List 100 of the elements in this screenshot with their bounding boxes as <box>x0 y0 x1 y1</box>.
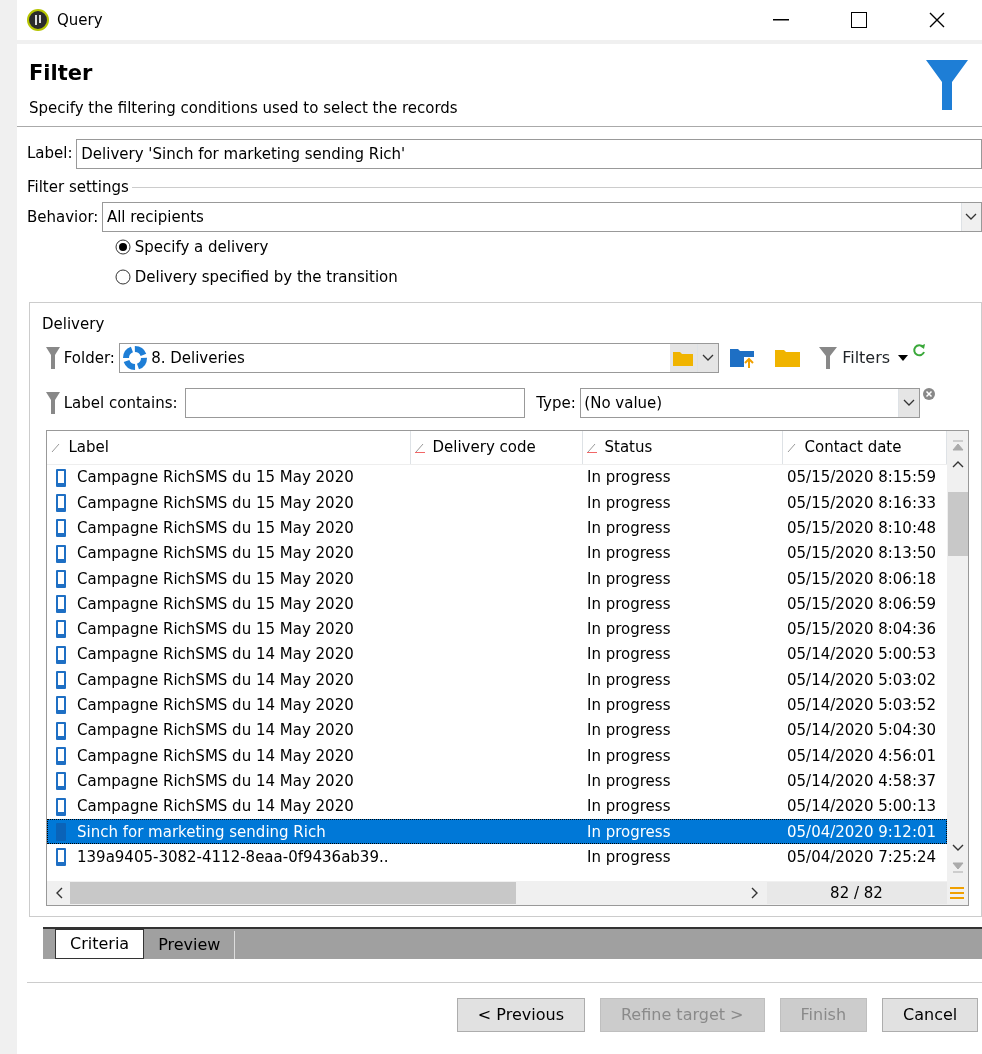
table-row[interactable]: Campagne RichSMS du 15 May 2020 In progress 05/15/2020 8:16:33 <box>47 490 947 516</box>
table-cell-text: Campagne RichSMS du 15 May 2020 <box>77 568 354 590</box>
chevron-icon <box>965 213 978 222</box>
label-field[interactable]: Delivery 'Sinch for marketing sending Rich' <box>76 138 982 169</box>
refresh-icon[interactable] <box>912 343 927 357</box>
table-row[interactable]: Campagne RichSMS du 15 May 2020 In progress 05/15/2020 8:06:18 <box>47 566 947 592</box>
scroll-right-icon[interactable] <box>751 887 759 899</box>
scroll-up-icon[interactable] <box>951 460 964 468</box>
table-row[interactable]: 139a9405-3082-4112-8eaa-0f9436ab39.. In progress 05/04/2020 7:25:24 <box>47 844 947 870</box>
table-row[interactable]: Campagne RichSMS du 15 May 2020 In progress 05/15/2020 8:13:50 <box>47 540 947 567</box>
close-icon[interactable] <box>929 12 945 28</box>
column-header[interactable]: Label <box>68 436 109 459</box>
table-row[interactable]: Campagne RichSMS du 15 May 2020 In progress 05/15/2020 8:15:59 <box>47 465 947 491</box>
table-cell-text: Campagne RichSMS du 15 May 2020 <box>77 518 354 539</box>
table-row[interactable]: Campagne RichSMS du 14 May 2020 In progress 05/14/2020 5:04:30 <box>47 717 947 744</box>
phone-icon <box>55 518 67 539</box>
scroll-left-icon[interactable] <box>54 887 63 899</box>
table-row[interactable]: Campagne RichSMS du 15 May 2020 In progress 05/15/2020 8:10:48 <box>47 515 947 541</box>
field-label: Folder: <box>63 347 115 369</box>
scrollbar-thumb[interactable] <box>70 882 516 904</box>
minimize-icon[interactable] <box>773 19 789 21</box>
tab[interactable]: Preview <box>144 931 236 959</box>
phone-icon <box>55 644 67 665</box>
table-row[interactable]: Campagne RichSMS du 14 May 2020 In progress 05/14/2020 4:58:37 <box>47 768 947 794</box>
folder-field[interactable]: 8. Deliveries <box>118 343 719 373</box>
phone-icon <box>55 619 67 640</box>
phone-icon <box>55 670 67 690</box>
table-cell: 05/15/2020 8:06:59 <box>787 594 937 613</box>
maximize-icon[interactable] <box>851 12 867 28</box>
table-row[interactable]: Campagne RichSMS du 15 May 2020 In progress 05/15/2020 8:04:36 <box>47 616 947 643</box>
label-contains-field[interactable] <box>185 388 526 418</box>
phone-icon <box>55 796 67 817</box>
radio-label: Delivery specified by the transition <box>134 267 398 288</box>
tab[interactable]: Criteria <box>55 929 145 959</box>
table-cell-text: Campagne RichSMS du 14 May 2020 <box>77 669 354 691</box>
scrollbar-thumb[interactable] <box>947 492 968 556</box>
phone-icon <box>55 492 67 513</box>
phone-icon <box>55 695 67 716</box>
table-cell: 05/15/2020 8:10:48 <box>787 519 937 537</box>
table-cell: In progress <box>587 721 671 740</box>
table-cell: In progress <box>587 847 671 866</box>
phone-icon <box>55 543 67 564</box>
behavior-dropdown[interactable]: All recipients <box>102 202 982 233</box>
table-cell: 05/04/2020 9:12:01 <box>787 822 937 841</box>
table-row[interactable]: Campagne RichSMS du 15 May 2020 In progress 05/15/2020 8:06:59 <box>47 591 947 617</box>
table-cell-text: Sinch for marketing sending Rich <box>77 821 326 843</box>
table-cell: 05/15/2020 8:06:18 <box>787 569 937 588</box>
column-header[interactable]: Delivery code <box>432 436 536 459</box>
table-row[interactable]: Campagne RichSMS du 14 May 2020 In progress 05/14/2020 5:03:52 <box>47 692 947 718</box>
column-header[interactable]: Contact date <box>804 436 902 459</box>
table-cell-text: Campagne RichSMS du 14 May 2020 <box>77 745 354 767</box>
table-cell-text: Campagne RichSMS du 14 May 2020 <box>77 644 354 666</box>
sort-icon <box>51 442 61 453</box>
table-row[interactable]: Sinch for marketing sending Rich In progress 05/04/2020 9:12:01 <box>47 819 947 845</box>
table-cell: In progress <box>587 696 671 715</box>
field-label: Behavior: <box>27 207 99 228</box>
radio-button[interactable] <box>115 239 131 256</box>
filter-icon <box>819 347 838 369</box>
app-icon <box>27 9 49 31</box>
phone-icon <box>55 821 67 842</box>
scroll-down-icon[interactable] <box>951 844 964 852</box>
table-cell: 05/15/2020 8:13:50 <box>787 544 937 563</box>
table-cell: 05/14/2020 5:00:13 <box>787 797 937 816</box>
table-cell-text: Campagne RichSMS du 15 May 2020 <box>77 593 354 615</box>
radio-button[interactable] <box>115 269 131 286</box>
table-cell: 05/15/2020 8:15:59 <box>787 468 937 487</box>
phone-icon <box>55 745 67 766</box>
filter-icon <box>46 347 60 369</box>
table-cell: In progress <box>587 771 671 790</box>
chevron-icon <box>902 399 915 407</box>
table-row[interactable]: Campagne RichSMS du 14 May 2020 In progress 05/14/2020 4:56:01 <box>47 743 947 769</box>
table-row[interactable]: Campagne RichSMS du 14 May 2020 In progress 05/14/2020 5:00:53 <box>47 642 947 668</box>
dialog-button[interactable]: Cancel <box>882 997 979 1032</box>
table-row[interactable]: Campagne RichSMS du 14 May 2020 In progress 05/14/2020 5:00:13 <box>47 793 947 820</box>
type-dropdown[interactable]: (No value) <box>579 388 920 418</box>
column-header[interactable]: Status <box>604 436 653 459</box>
sort-icon <box>787 442 797 453</box>
table-cell: In progress <box>587 468 671 487</box>
folder-upload-icon[interactable] <box>729 347 756 369</box>
table-cell-text: Campagne RichSMS du 14 May 2020 <box>77 796 354 818</box>
table-cell: In progress <box>587 645 671 664</box>
phone-icon <box>55 467 67 488</box>
table-cell: 05/14/2020 4:58:37 <box>787 771 937 790</box>
dialog-button[interactable]: < Previous <box>456 997 585 1032</box>
table-cell: 05/14/2020 5:03:02 <box>787 670 937 689</box>
page-title: Filter <box>29 60 94 87</box>
table-row[interactable]: Campagne RichSMS du 14 May 2020 In progress 05/14/2020 5:03:02 <box>47 667 947 693</box>
filter-icon <box>46 392 60 414</box>
radio-label: Specify a delivery <box>134 237 269 258</box>
field-label: Label contains: <box>63 392 178 414</box>
caret-icon <box>897 355 908 361</box>
table-cell: In progress <box>587 797 671 816</box>
clear-icon[interactable] <box>923 388 936 400</box>
folder-type-icon <box>123 346 148 370</box>
filters-dropdown[interactable]: Filters <box>841 345 909 371</box>
table-cell: 05/04/2020 7:25:24 <box>787 847 937 866</box>
table-cell: In progress <box>587 569 671 588</box>
table-cell: 05/14/2020 5:04:30 <box>787 721 937 740</box>
table-cell: In progress <box>587 822 671 841</box>
phone-icon <box>55 594 67 615</box>
